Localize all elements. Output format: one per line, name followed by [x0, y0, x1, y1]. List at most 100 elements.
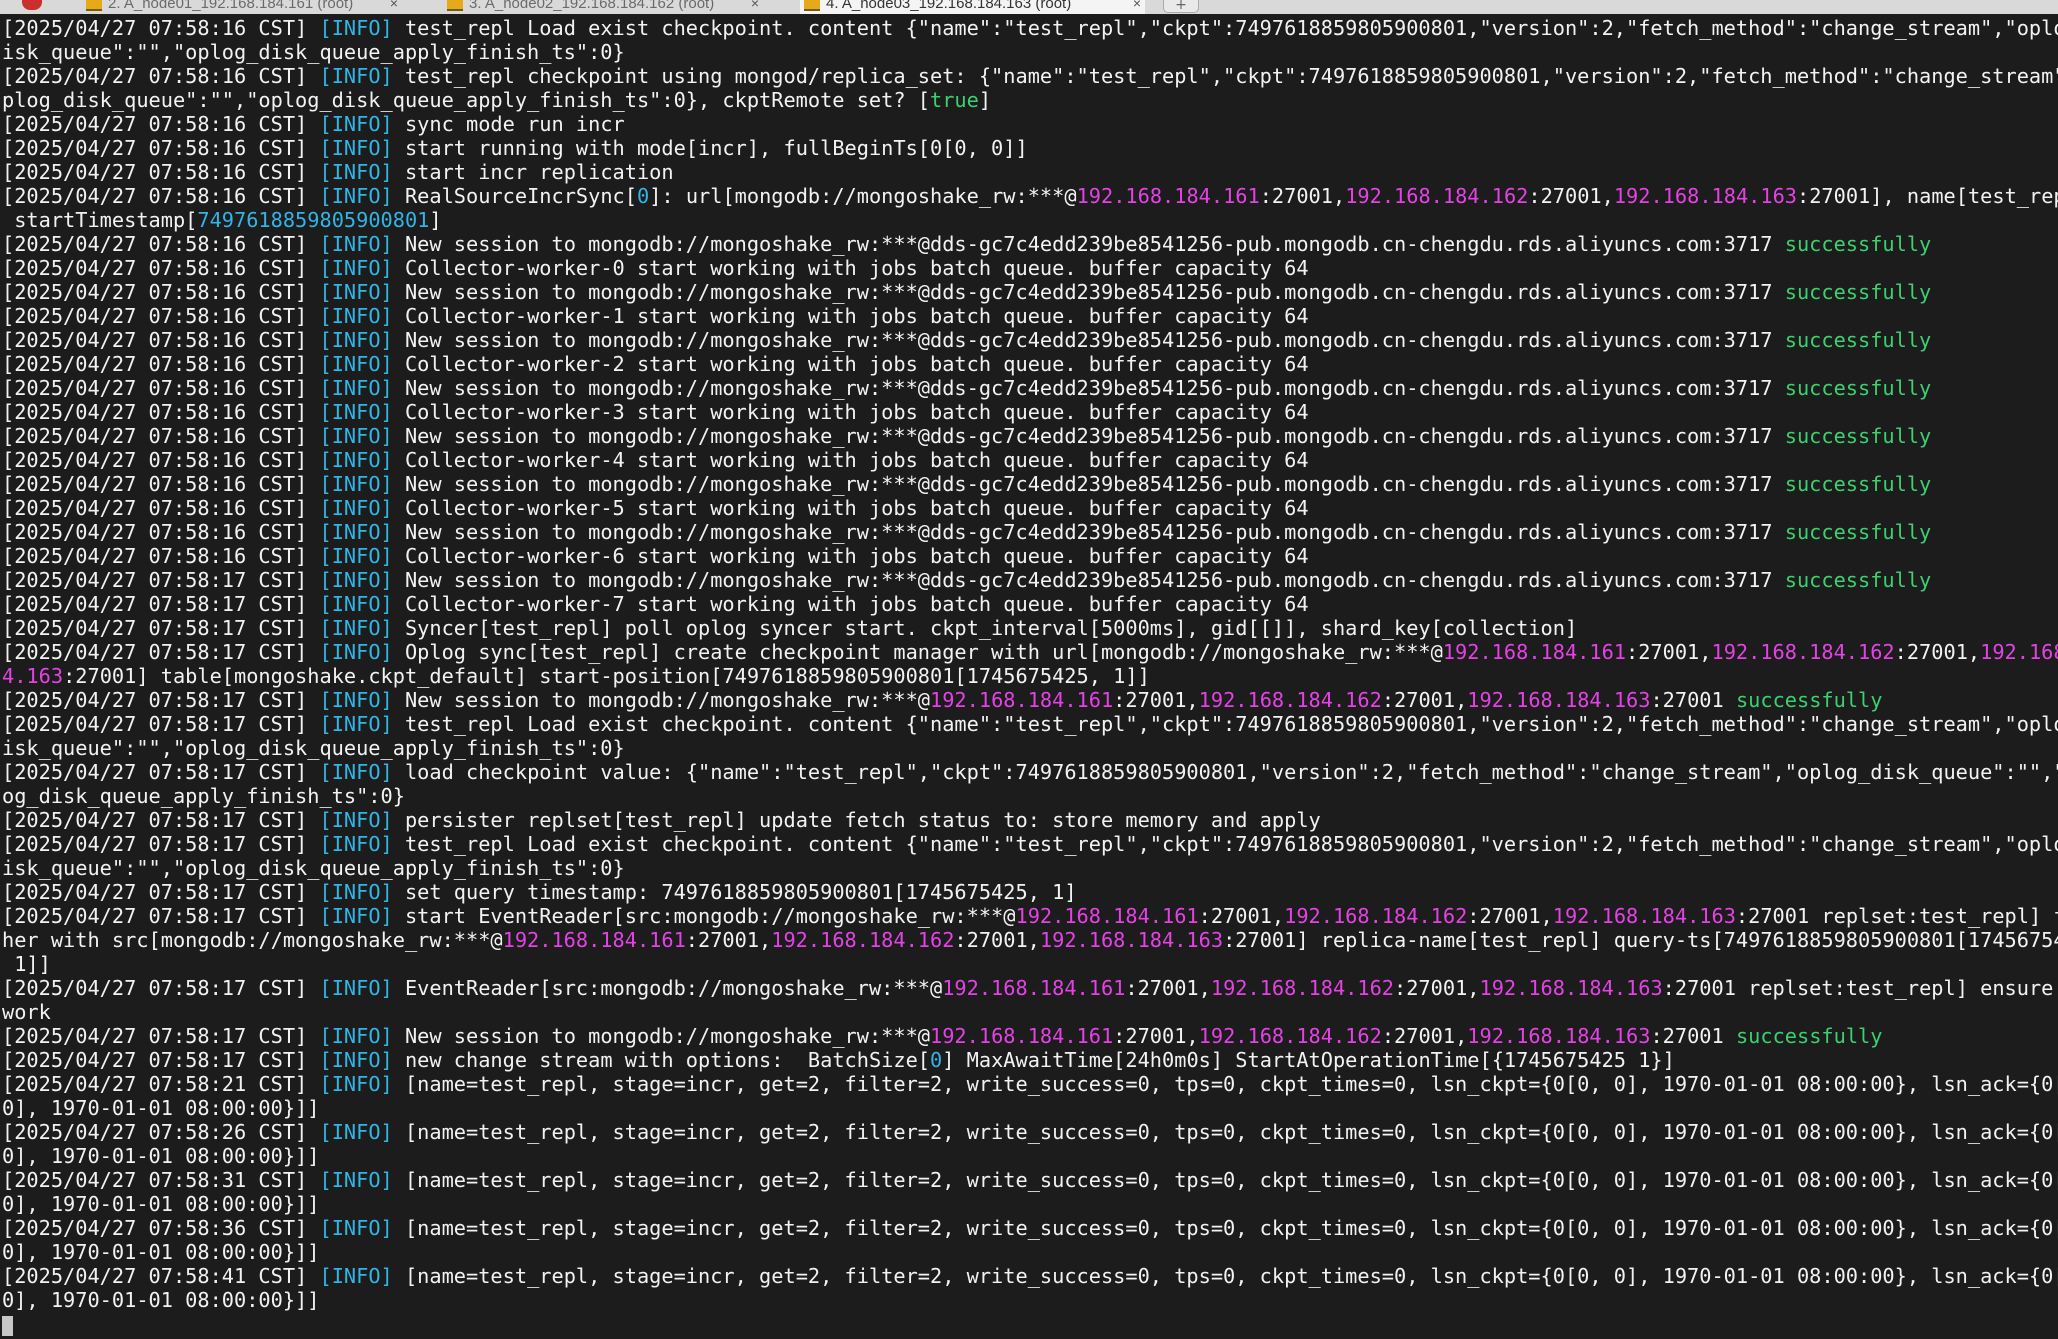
terminal-line: [2025/04/27 07:58:16 CST] [INFO] Collect…: [0, 544, 2058, 568]
tab-node01[interactable]: 2. A_node01_192.168.184.161 (root) ×: [82, 0, 402, 14]
terminal-text: :27001: [1650, 688, 1736, 712]
terminal-line: 1]]: [0, 952, 2058, 976]
terminal-text: :27001,: [1381, 688, 1468, 712]
terminal-text: [2025/04/27 07:58:17 CST]: [2, 616, 320, 640]
terminal-line: [2025/04/27 07:58:16 CST] [INFO] Collect…: [0, 496, 2058, 520]
terminal-text: New session to mongodb://mongoshake_rw:*…: [392, 232, 1785, 256]
terminal-text: :27001,: [1113, 688, 1199, 712]
terminal-text: persister replset[test_repl] update fetc…: [392, 808, 1321, 832]
terminal-text: :27001,: [954, 928, 1040, 952]
terminal-line: [2025/04/27 07:58:17 CST] [INFO] test_re…: [0, 712, 2058, 736]
terminal-text: start running with mode[incr], fullBegin…: [392, 136, 1028, 160]
terminal-text: ] MaxAwaitTime[24h0m0s] StartAtOperation…: [942, 1048, 1675, 1072]
terminal-text: [INFO]: [319, 1216, 393, 1240]
terminal-text: test_repl Load exist checkpoint. content…: [392, 832, 2058, 856]
terminal-text: New session to mongodb://mongoshake_rw:*…: [392, 1024, 931, 1048]
terminal-text: successfully: [1735, 688, 1883, 712]
terminal-text: New session to mongodb://mongoshake_rw:*…: [392, 280, 1785, 304]
terminal-line: [2025/04/27 07:58:16 CST] [INFO] RealSou…: [0, 184, 2058, 208]
terminal-text: 192.168.18: [1980, 640, 2058, 664]
terminal-text: [2025/04/27 07:58:16 CST]: [2, 352, 320, 376]
terminal-text: 192.168.184.163: [1039, 928, 1224, 952]
terminal-text: :27001] table[mongoshake.ckpt_default] s…: [63, 664, 1150, 688]
terminal-line: [2025/04/27 07:58:41 CST] [INFO] [name=t…: [0, 1264, 2058, 1288]
terminal-text: [INFO]: [319, 904, 393, 928]
terminal-text: 192.168.184.163: [1479, 976, 1663, 1000]
terminal-text: 192.168.184.162: [1711, 640, 1895, 664]
terminal-line: [2025/04/27 07:58:16 CST] [INFO] start r…: [0, 136, 2058, 160]
terminal-text: test_repl Load exist checkpoint. content…: [392, 16, 2058, 40]
close-icon[interactable]: ×: [390, 0, 398, 10]
terminal-text: [2025/04/27 07:58:17 CST]: [2, 640, 320, 664]
terminal-line: [2025/04/27 07:58:17 CST] [INFO] New ses…: [0, 1024, 2058, 1048]
terminal-line: [2025/04/27 07:58:26 CST] [INFO] [name=t…: [0, 1120, 2058, 1144]
terminal-text: :27001], name[test_repl],: [1797, 184, 2058, 208]
terminal-text: :27001,: [1528, 184, 1614, 208]
tab-node02[interactable]: 3. A_node02_192.168.184.162 (root) ×: [443, 0, 763, 14]
terminal-text: Collector-worker-6 start working with jo…: [392, 544, 1309, 568]
terminal-text: [INFO]: [319, 976, 393, 1000]
terminal-text: 192.168.184.163: [1613, 184, 1797, 208]
terminal-text: [name=test_repl, stage=incr, get=2, filt…: [392, 1120, 2058, 1144]
terminal-text: :27001,: [1259, 184, 1346, 208]
terminal-text: [INFO]: [319, 256, 393, 280]
terminal-text: [INFO]: [319, 160, 393, 184]
app-icon[interactable]: [22, 0, 42, 10]
terminal-text: [2025/04/27 07:58:16 CST]: [2, 136, 320, 160]
tab-node03[interactable]: 4. A_node03_192.168.184.163 (root) ×: [800, 0, 1145, 14]
terminal-output[interactable]: [2025/04/27 07:58:16 CST] [INFO] test_re…: [0, 16, 2058, 1339]
terminal-text: sync mode run incr: [392, 112, 625, 136]
terminal-text: [INFO]: [319, 1168, 393, 1192]
terminal-line: her with src[mongodb://mongoshake_rw:***…: [0, 928, 2058, 952]
terminal-text: successfully: [1735, 1024, 1883, 1048]
terminal-text: [INFO]: [319, 712, 393, 736]
terminal-line: [2025/04/27 07:58:17 CST] [INFO] load ch…: [0, 760, 2058, 784]
terminal-text: 192.168.184.161: [942, 976, 1126, 1000]
terminal-text: [2025/04/27 07:58:17 CST]: [2, 832, 320, 856]
terminal-text: 192.168.184.163: [1467, 688, 1651, 712]
terminal-line: isk_queue":"","oplog_disk_queue_apply_fi…: [0, 856, 2058, 880]
close-icon[interactable]: ×: [751, 0, 759, 10]
terminal-text: [INFO]: [319, 448, 393, 472]
terminal-line: startTimestamp[7497618859805900801]: [0, 208, 2058, 232]
terminal-line: 4.163:27001] table[mongoshake.ckpt_defau…: [0, 664, 2058, 688]
terminal-text: :27001 replset:test_repl] fetc: [1735, 904, 2058, 928]
terminal-text: :27001] replica-name[test_repl] query-ts…: [1223, 928, 2058, 952]
terminal-text: [2025/04/27 07:58:16 CST]: [2, 544, 320, 568]
terminal-text: [INFO]: [319, 592, 393, 616]
terminal-text: [2025/04/27 07:58:16 CST]: [2, 256, 320, 280]
terminal-text: successfully: [1784, 568, 1932, 592]
terminal-text: 0], 1970-01-01 08:00:00}]]: [2, 1144, 320, 1168]
terminal-text: successfully: [1784, 328, 1932, 352]
terminal-text: 0], 1970-01-01 08:00:00}]]: [2, 1288, 320, 1312]
terminal-text: [2025/04/27 07:58:16 CST]: [2, 304, 320, 328]
close-icon[interactable]: ×: [1133, 0, 1141, 10]
terminal-text: [2025/04/27 07:58:17 CST]: [2, 568, 320, 592]
terminal-text: 192.168.184.161: [1015, 904, 1199, 928]
terminal-text: Collector-worker-4 start working with jo…: [392, 448, 1309, 472]
terminal-text: 0], 1970-01-01 08:00:00}]]: [2, 1192, 320, 1216]
terminal-text: [INFO]: [319, 640, 393, 664]
terminal-line: [2025/04/27 07:58:21 CST] [INFO] [name=t…: [0, 1072, 2058, 1096]
terminal-line: [2025/04/27 07:58:16 CST] [INFO] Collect…: [0, 256, 2058, 280]
terminal-text: [2025/04/27 07:58:16 CST]: [2, 112, 320, 136]
terminal-line: [2025/04/27 07:58:16 CST] [INFO] sync mo…: [0, 112, 2058, 136]
terminal-text: [2025/04/27 07:58:16 CST]: [2, 424, 320, 448]
terminal-text: 192.168.184.161: [1076, 184, 1260, 208]
prompt-line[interactable]: [0, 1312, 2058, 1336]
terminal-text: [2025/04/27 07:58:17 CST]: [2, 880, 320, 904]
terminal-text: set query timestamp: 7497618859805900801…: [392, 880, 1077, 904]
terminal-text: startTimestamp[: [2, 208, 198, 232]
new-tab-button[interactable]: +: [1163, 0, 1199, 13]
terminal-text: 192.168.184.163: [1467, 1024, 1651, 1048]
terminal-text: successfully: [1784, 280, 1932, 304]
terminal-text: [INFO]: [319, 16, 393, 40]
terminal-text: [INFO]: [319, 376, 393, 400]
terminal-line: [2025/04/27 07:58:17 CST] [INFO] persist…: [0, 808, 2058, 832]
terminal-line: 0], 1970-01-01 08:00:00}]]: [0, 1096, 2058, 1120]
terminal-text: [2025/04/27 07:58:16 CST]: [2, 520, 320, 544]
terminal-text: [2025/04/27 07:58:17 CST]: [2, 760, 320, 784]
terminal-text: isk_queue":"","oplog_disk_queue_apply_fi…: [2, 40, 625, 64]
terminal-line: [2025/04/27 07:58:16 CST] [INFO] test_re…: [0, 16, 2058, 40]
terminal-text: [2025/04/27 07:58:16 CST]: [2, 400, 320, 424]
